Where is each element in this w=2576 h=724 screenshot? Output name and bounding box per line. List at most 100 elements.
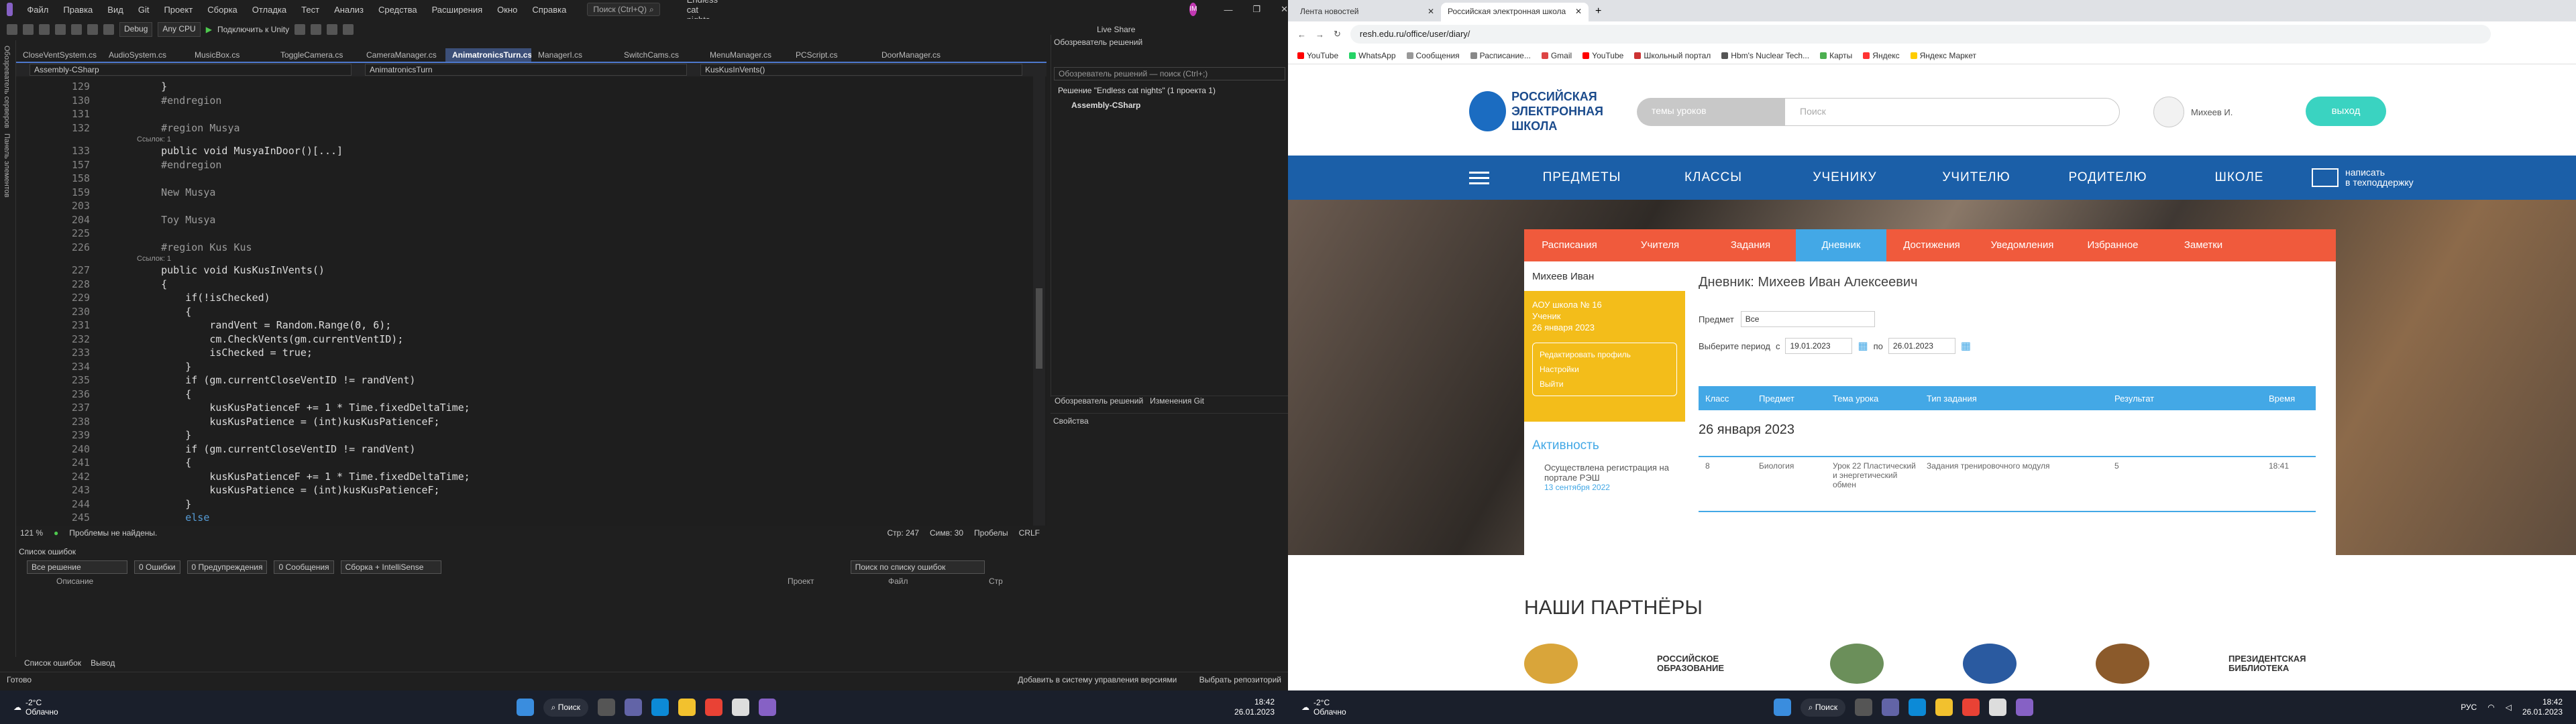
lesson-themes-dropdown[interactable]: темы уроков [1637, 98, 1784, 126]
build-dropdown[interactable]: Сборка + IntelliSense [340, 560, 441, 574]
tab-teachers[interactable]: Учителя [1615, 229, 1705, 261]
project-node[interactable]: Assembly-CSharp [1051, 98, 1288, 113]
code-lens-references[interactable]: Ссылок: 1 [137, 255, 171, 263]
tab-cameramanager[interactable]: CameraManager.cs [360, 48, 445, 62]
tab-manageri[interactable]: ManagerI.cs [531, 48, 617, 62]
weather-widget[interactable]: ☁ -2°C Облачно [13, 698, 58, 717]
config-dropdown[interactable]: Debug [119, 22, 153, 37]
site-search-input[interactable]: Поиск [1784, 98, 2120, 126]
tab-git-changes[interactable]: Изменения Git [1150, 396, 1204, 409]
calendar-icon[interactable]: ▦ [1961, 339, 1971, 353]
menu-help[interactable]: Справка [525, 5, 574, 15]
menu-window[interactable]: Окно [490, 5, 525, 15]
maximize-icon[interactable]: ❐ [1252, 4, 1260, 15]
back-icon[interactable]: ← [1297, 29, 1306, 40]
code-editor[interactable]: 129 } 130 #endregion 131 132 #region Musya С… [16, 76, 1046, 526]
chrome-icon[interactable] [704, 699, 722, 716]
windows-start-icon[interactable] [516, 699, 534, 716]
platform-dropdown[interactable]: Any CPU [158, 22, 201, 37]
wifi-icon[interactable]: ◠ [2487, 703, 2494, 712]
code-line[interactable]: } [137, 429, 191, 441]
code-line[interactable]: { [137, 278, 167, 290]
code-line[interactable]: #region Kus Kus [137, 241, 252, 253]
tab-schedules[interactable]: Расписания [1524, 229, 1615, 261]
nav-school[interactable]: ШКОЛЕ [2174, 170, 2305, 185]
globe-logo[interactable] [1963, 644, 2017, 684]
menu-file[interactable]: Файл [19, 5, 56, 15]
live-share-button[interactable]: Live Share [1097, 25, 1135, 34]
tab-switchcams[interactable]: SwitchCams.cs [617, 48, 703, 62]
menu-project[interactable]: Проект [156, 5, 200, 15]
tab-solution-explorer[interactable]: Обозреватель решений [1055, 396, 1143, 409]
tab-output[interactable]: Вывод [91, 658, 115, 672]
col-file[interactable]: Файл [888, 577, 989, 589]
bookmark-gmail[interactable]: Gmail [1541, 51, 1572, 60]
play-icon[interactable]: ▶ [206, 25, 212, 34]
tab-notifications[interactable]: Уведомления [1977, 229, 2068, 261]
menu-build[interactable]: Сборка [200, 5, 245, 15]
col-line[interactable]: Стр [989, 577, 1003, 589]
unity-icon[interactable] [1989, 699, 2007, 716]
table-row[interactable]: 8 Биология Урок 22 Пластический и энерге… [1699, 456, 2316, 512]
server-explorer-tab[interactable]: Обозреватель серверов [3, 46, 11, 128]
code-line[interactable]: kusKusPatienceF += 1 * Time.fixedDeltaTi… [137, 471, 470, 483]
task-view-icon[interactable] [597, 699, 615, 716]
redo-icon[interactable] [103, 24, 114, 35]
problems-status[interactable]: Проблемы не найдены. [69, 528, 157, 538]
code-line[interactable]: { [137, 388, 191, 400]
code-line[interactable]: public void KusKusInVents() [137, 264, 325, 276]
reload-icon[interactable]: ↻ [1334, 29, 1341, 40]
nav-student[interactable]: УЧЕНИКУ [1779, 170, 1911, 185]
toolbar-icon-d[interactable] [343, 24, 354, 35]
tab-favorites[interactable]: Избранное [2068, 229, 2158, 261]
col-description[interactable]: Описание [16, 577, 788, 589]
menu-edit[interactable]: Правка [56, 5, 100, 15]
menu-debug[interactable]: Отладка [245, 5, 294, 15]
code-line[interactable]: kusKusPatienceF += 1 * Time.fixedDeltaTi… [137, 402, 470, 414]
tab-animatronicsturn[interactable]: AnimatronicsTurn.cs [445, 48, 531, 62]
select-repo[interactable]: Выбрать репозиторий [1199, 675, 1281, 684]
russian-education-logo[interactable]: РОССИЙСКОЕ ОБРАЗОВАНИЕ [1657, 654, 1751, 673]
language-indicator[interactable]: РУС [2461, 703, 2477, 712]
teams-icon[interactable] [624, 699, 642, 716]
logout-link[interactable]: Выйти [1540, 377, 1670, 391]
code-line[interactable]: } [137, 498, 191, 510]
tab-news-feed[interactable]: Лента новостей ✕ [1293, 3, 1441, 21]
tab-audiosystem[interactable]: AudioSystem.cs [102, 48, 188, 62]
support-link[interactable]: написать в техподдержку [2312, 168, 2414, 188]
errors-filter[interactable]: 0 Ошибки [134, 560, 180, 574]
code-line[interactable]: if (gm.currentCloseVentID != randVent) [137, 443, 415, 455]
new-tab-icon[interactable]: + [1589, 1, 1608, 21]
explorer-icon[interactable] [678, 699, 696, 716]
edit-profile-link[interactable]: Редактировать профиль [1540, 347, 1670, 362]
visual-studio-icon[interactable] [2016, 699, 2034, 716]
zoom-level[interactable]: 121 % [20, 528, 43, 538]
menu-view[interactable]: Вид [100, 5, 131, 15]
code-line[interactable]: #region Musya [137, 122, 239, 134]
tab-menumanager[interactable]: MenuManager.cs [703, 48, 789, 62]
code-line[interactable]: kusKusPatience = (int)kusKusPatienceF; [137, 416, 439, 428]
task-view-icon[interactable] [1855, 699, 1873, 716]
scope-dropdown[interactable]: Все решение [27, 560, 127, 574]
bookmark-maps[interactable]: Карты [1820, 51, 1852, 60]
undo-icon[interactable] [87, 24, 98, 35]
volume-icon[interactable]: ◁ [2506, 703, 2512, 712]
code-line[interactable]: isChecked = true; [137, 347, 313, 359]
windows-start-icon[interactable] [1773, 699, 1791, 716]
code-line[interactable]: } [137, 361, 191, 373]
bookmark-messages[interactable]: Сообщения [1406, 51, 1460, 60]
exit-button[interactable]: выход [2306, 97, 2386, 126]
tab-togglecamera[interactable]: ToggleCamera.cs [274, 48, 360, 62]
code-line[interactable]: if(!isChecked) [137, 292, 270, 304]
toolbox-tab[interactable]: Панель элементов [3, 133, 11, 198]
messages-filter[interactable]: 0 Сообщения [274, 560, 334, 574]
clock[interactable]: 18:42 26.01.2023 [1234, 697, 1275, 717]
tab-error-list[interactable]: Список ошибок [24, 658, 81, 672]
subject-select[interactable]: Все [1740, 311, 1875, 327]
code-line[interactable]: #endregion [137, 95, 221, 107]
member-dropdown[interactable]: KusKusInVents() [700, 64, 1022, 76]
code-line[interactable]: public void MusyaInDoor()[...] [137, 145, 343, 157]
toolbar-icon-b[interactable] [311, 24, 322, 35]
nav-subjects[interactable]: ПРЕДМЕТЫ [1516, 170, 1648, 185]
from-date-input[interactable]: 19.01.2023 [1785, 338, 1853, 354]
